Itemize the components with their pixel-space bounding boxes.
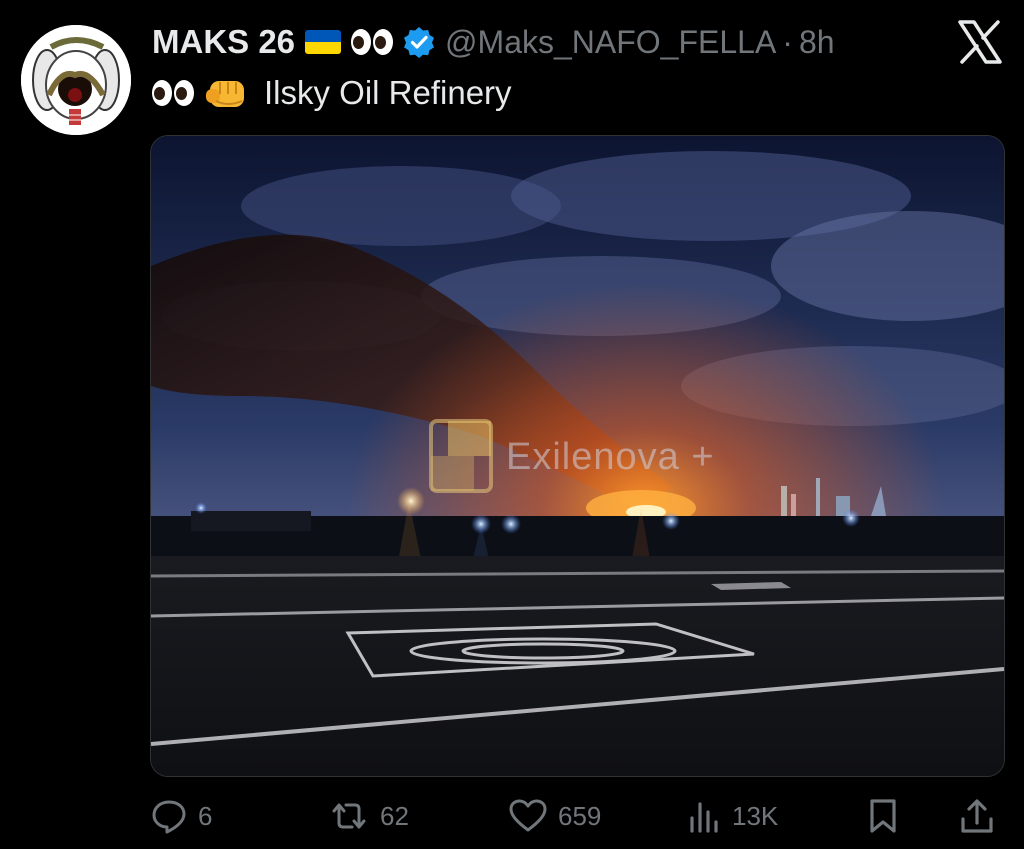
action-bar: 6 62 659 13K (0, 790, 1024, 842)
tweet-media-image[interactable]: Exilenova + (150, 135, 1005, 777)
tweet-text: Ilsky Oil Refinery (152, 70, 512, 116)
reply-count: 6 (198, 800, 213, 831)
bookmark-icon (870, 799, 896, 833)
avatar[interactable] (21, 25, 131, 135)
like-button[interactable]: 659 (508, 790, 601, 842)
like-count: 659 (558, 800, 602, 831)
eyes-emoji-icon (152, 80, 194, 106)
watermark-text: Exilenova + (506, 436, 715, 478)
ukraine-flag-icon (305, 30, 342, 54)
reply-icon (152, 800, 186, 834)
eyes-emoji-icon (351, 29, 394, 55)
fist-emoji-icon (206, 81, 244, 107)
timestamp[interactable]: 8h (799, 24, 835, 61)
bookmark-button[interactable] (866, 790, 900, 842)
display-name[interactable]: MAKS 26 (152, 23, 295, 61)
repost-count: 62 (380, 800, 409, 831)
share-icon (961, 799, 993, 833)
repost-icon (332, 803, 366, 829)
tweet-text-label: Ilsky Oil Refinery (264, 74, 512, 111)
views-button[interactable]: 13K (688, 790, 778, 842)
separator-dot: · (782, 23, 793, 60)
tweet-header: MAKS 26 @Maks_NAFO_FELLA · 8h (152, 22, 835, 62)
avatar-dog-icon (21, 25, 131, 135)
heart-icon (509, 799, 547, 832)
views-chart-icon (690, 802, 718, 833)
verified-badge-icon (404, 27, 435, 58)
repost-button[interactable]: 62 (328, 790, 409, 842)
reply-button[interactable]: 6 (150, 790, 212, 842)
view-count: 13K (732, 800, 779, 831)
share-button[interactable] (958, 790, 996, 842)
x-logo-icon[interactable] (956, 19, 1004, 65)
user-handle[interactable]: @Maks_NAFO_FELLA (445, 24, 776, 61)
